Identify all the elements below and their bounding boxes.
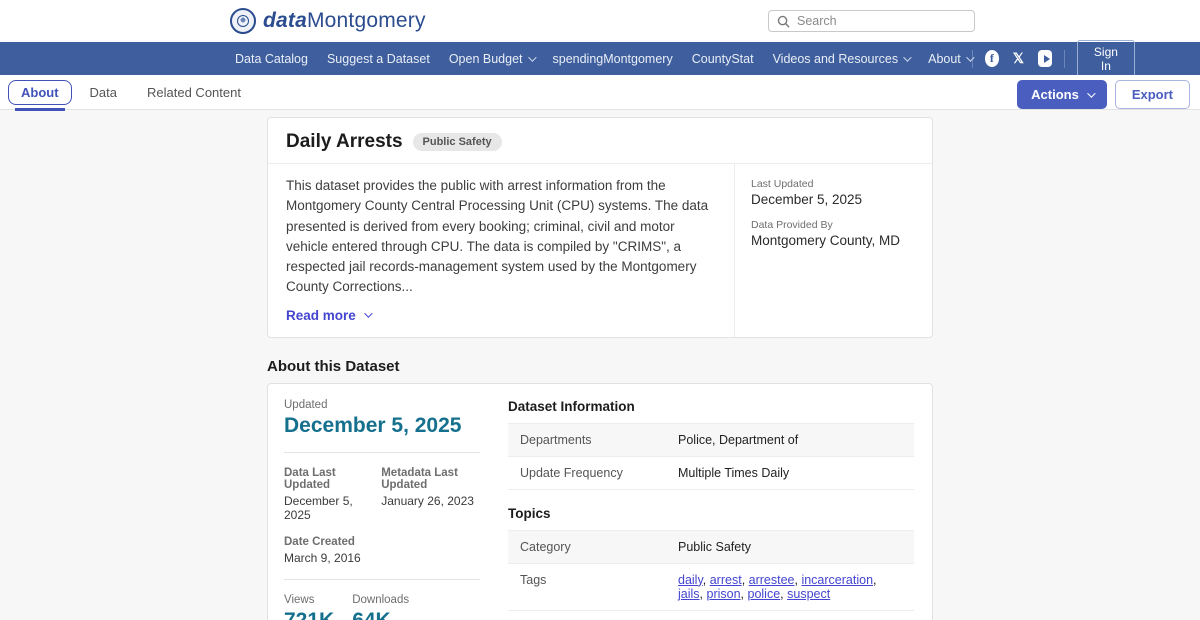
chevron-down-icon <box>527 52 537 62</box>
last-updated-label: Last Updated <box>751 178 814 190</box>
table-row: Tags daily, arrest, arrestee, incarcerat… <box>508 564 914 611</box>
topics-heading: Topics <box>508 505 551 521</box>
views-value: 721K <box>284 608 335 620</box>
site-logo-text: dataMontgomery <box>263 9 426 32</box>
about-card: Updated December 5, 2025 Data Last Updat… <box>267 382 933 620</box>
about-stats-column: Updated December 5, 2025 Data Last Updat… <box>268 384 496 620</box>
search-input[interactable] <box>797 14 966 28</box>
data-last-updated-label: Data Last Updated <box>284 466 336 491</box>
updated-label: Updated <box>284 398 328 411</box>
dataset-information-table: Departments Police, Department of Update… <box>508 422 914 490</box>
nav-data-catalog[interactable]: Data Catalog <box>235 52 308 66</box>
tags-cell: daily, arrest, arrestee, incarceration, … <box>678 572 877 601</box>
tag-link[interactable]: suspect <box>787 587 830 601</box>
nav-right: f 𝕏 Sign In <box>971 39 1135 78</box>
dataset-information-heading: Dataset Information <box>508 398 635 414</box>
metadata-last-updated-label: Metadata Last Updated <box>381 466 458 491</box>
tab-about[interactable]: About <box>8 79 72 111</box>
site-logo[interactable]: dataMontgomery <box>230 8 426 34</box>
tag-link[interactable]: police <box>748 587 781 601</box>
chevron-down-icon <box>363 309 373 318</box>
read-more-link[interactable]: Read more <box>286 308 716 323</box>
actions-button[interactable]: Actions <box>1017 80 1107 109</box>
downloads-value: 64K <box>352 608 391 620</box>
x-twitter-icon[interactable]: 𝕏 <box>1011 50 1026 67</box>
tag-link[interactable]: jails <box>678 587 700 601</box>
last-updated-value: December 5, 2025 <box>751 192 863 207</box>
downloads-label: Downloads <box>352 593 410 606</box>
tab-related-content[interactable]: Related Content <box>135 81 253 104</box>
county-seal-icon <box>230 8 256 34</box>
views-label: Views <box>284 593 315 606</box>
export-button[interactable]: Export <box>1114 80 1190 109</box>
table-row: Category Public Safety <box>508 530 914 564</box>
dataset-description: This dataset provides the public with ar… <box>286 178 709 295</box>
date-created-label: Date Created <box>284 535 355 548</box>
metadata-last-updated-value: January 26, 2023 <box>381 493 474 508</box>
search-icon <box>777 15 790 28</box>
top-header: dataMontgomery <box>0 0 1200 42</box>
about-section-heading: About this Dataset <box>267 357 400 375</box>
search-box[interactable] <box>768 10 975 32</box>
provided-by-value: Montgomery County, MD <box>751 233 901 248</box>
nav-suggest-a-dataset[interactable]: Suggest a Dataset <box>327 52 430 66</box>
dataset-meta-panel: Last Updated December 5, 2025 Data Provi… <box>734 164 932 337</box>
chevron-down-icon <box>1086 88 1096 98</box>
nav-videos-and-resources[interactable]: Videos and Resources <box>773 52 912 66</box>
nav-spendingmontgomery[interactable]: spendingMontgomery <box>553 52 673 66</box>
nav-divider <box>1064 49 1065 68</box>
page-content: Daily Arrests Public Safety This dataset… <box>0 110 1200 620</box>
tab-data[interactable]: Data <box>78 81 129 104</box>
main-navbar: Data Catalog Suggest a Dataset Open Budg… <box>0 39 1200 78</box>
tag-link[interactable]: incarceration <box>801 573 873 587</box>
tag-link[interactable]: prison <box>707 587 741 601</box>
table-row: Update Frequency Multiple Times Daily <box>508 457 914 490</box>
date-created-value: March 9, 2016 <box>284 550 361 565</box>
tag-link[interactable]: arrest <box>710 573 742 587</box>
nav-countystat[interactable]: CountyStat <box>692 52 754 66</box>
dataset-tabbar: About Data Related Content Actions Expor… <box>0 75 1200 111</box>
nav-about[interactable]: About <box>928 52 975 66</box>
topics-table: Category Public Safety Tags daily, arres… <box>508 529 914 611</box>
tag-link[interactable]: arrestee <box>749 573 795 587</box>
category-badge: Public Safety <box>412 133 502 151</box>
sign-in-button[interactable]: Sign In <box>1077 39 1135 78</box>
table-row: Departments Police, Department of <box>508 423 914 457</box>
youtube-icon[interactable] <box>1037 50 1053 67</box>
page: dataMontgomery Data Catalog Suggest a Da… <box>0 0 1200 620</box>
dataset-header-card: Daily Arrests Public Safety This dataset… <box>267 117 933 338</box>
facebook-icon[interactable]: f <box>984 50 1000 67</box>
chevron-down-icon <box>903 52 912 62</box>
provided-by-label: Data Provided By <box>751 219 833 231</box>
about-info-column: Dataset Information Departments Police, … <box>496 384 932 620</box>
dataset-title: Daily Arrests <box>286 131 403 152</box>
tag-link[interactable]: daily <box>678 573 703 587</box>
nav-open-budget[interactable]: Open Budget <box>449 52 537 66</box>
nav-items: Data Catalog Suggest a Dataset Open Budg… <box>235 52 975 66</box>
updated-value: December 5, 2025 <box>284 413 462 437</box>
data-last-updated-value: December 5, 2025 <box>284 493 353 522</box>
